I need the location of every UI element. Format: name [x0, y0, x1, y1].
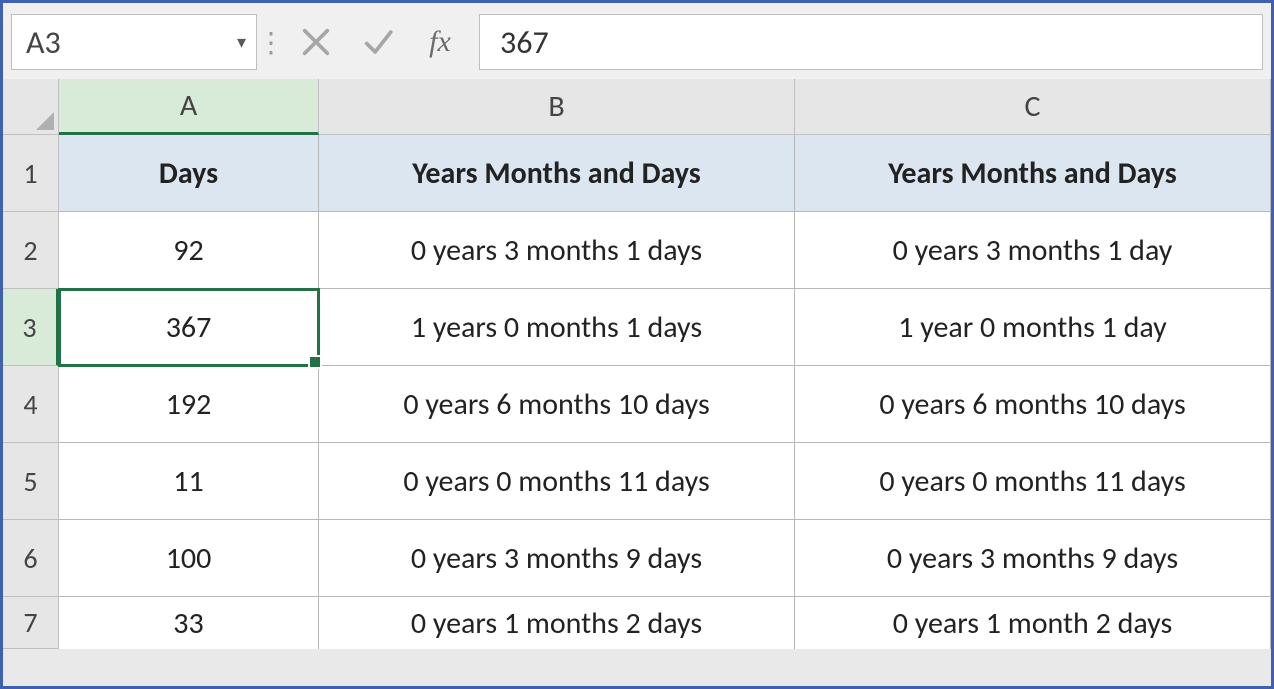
cell-c5[interactable]: 0 years 0 months 11 days	[795, 443, 1271, 520]
cell-a3[interactable]: 367	[59, 289, 319, 366]
row-header-7[interactable]: 7	[3, 597, 59, 649]
cell-b6[interactable]: 0 years 3 months 9 days	[319, 520, 795, 597]
cell-c7[interactable]: 0 years 1 month 2 days	[795, 597, 1271, 649]
row-header-4[interactable]: 4	[3, 366, 59, 443]
formula-input[interactable]: 367	[479, 14, 1263, 70]
name-box-dropdown-icon[interactable]: ▾	[237, 31, 246, 53]
table-row: 4 192 0 years 6 months 10 days 0 years 6…	[3, 366, 1271, 443]
table-row: 6 100 0 years 3 months 9 days 0 years 3 …	[3, 520, 1271, 597]
cell-c1[interactable]: Years Months and Days	[795, 135, 1271, 212]
row-header-1[interactable]: 1	[3, 135, 59, 212]
row-header-6[interactable]: 6	[3, 520, 59, 597]
formula-bar-separator: ⋮	[257, 14, 285, 70]
cell-c6[interactable]: 0 years 3 months 9 days	[795, 520, 1271, 597]
row-header-5[interactable]: 5	[3, 443, 59, 520]
formula-bar: A3 ▾ ⋮ fx 367	[3, 3, 1271, 79]
cell-c3[interactable]: 1 year 0 months 1 day	[795, 289, 1271, 366]
cell-a7[interactable]: 33	[59, 597, 319, 649]
cell-b4[interactable]: 0 years 6 months 10 days	[319, 366, 795, 443]
table-row: 2 92 0 years 3 months 1 days 0 years 3 m…	[3, 212, 1271, 289]
cell-a5[interactable]: 11	[59, 443, 319, 520]
column-header-a[interactable]: A	[59, 79, 319, 135]
cell-a2[interactable]: 92	[59, 212, 319, 289]
accept-button[interactable]	[347, 14, 409, 70]
name-box[interactable]: A3 ▾	[11, 14, 257, 70]
column-header-row: A B C	[3, 79, 1271, 135]
cell-a4[interactable]: 192	[59, 366, 319, 443]
formula-value: 367	[500, 23, 549, 62]
cell-c4[interactable]: 0 years 6 months 10 days	[795, 366, 1271, 443]
cell-a1[interactable]: Days	[59, 135, 319, 212]
table-row: 3 367 1 years 0 months 1 days 1 year 0 m…	[3, 289, 1271, 366]
table-row: 1 Days Years Months and Days Years Month…	[3, 135, 1271, 212]
cell-b5[interactable]: 0 years 0 months 11 days	[319, 443, 795, 520]
fx-label: fx	[429, 25, 451, 59]
cell-a6[interactable]: 100	[59, 520, 319, 597]
cell-b3[interactable]: 1 years 0 months 1 days	[319, 289, 795, 366]
check-icon	[361, 25, 395, 59]
column-header-b[interactable]: B	[319, 79, 795, 135]
x-icon	[299, 25, 333, 59]
cell-b7[interactable]: 0 years 1 months 2 days	[319, 597, 795, 649]
column-header-c[interactable]: C	[795, 79, 1271, 135]
name-box-value: A3	[26, 23, 61, 62]
worksheet[interactable]: A B C 1 Days Years Months and Days Years…	[3, 79, 1271, 686]
insert-function-button[interactable]: fx	[409, 14, 471, 70]
excel-window: A3 ▾ ⋮ fx 367 A B C 1 Days Years Months	[0, 0, 1274, 689]
row-header-3[interactable]: 3	[3, 289, 59, 366]
cancel-button[interactable]	[285, 14, 347, 70]
cell-c2[interactable]: 0 years 3 months 1 day	[795, 212, 1271, 289]
cell-b2[interactable]: 0 years 3 months 1 days	[319, 212, 795, 289]
table-row: 7 33 0 years 1 months 2 days 0 years 1 m…	[3, 597, 1271, 649]
select-all-corner[interactable]	[3, 79, 59, 135]
cell-b1[interactable]: Years Months and Days	[319, 135, 795, 212]
row-header-2[interactable]: 2	[3, 212, 59, 289]
table-row: 5 11 0 years 0 months 11 days 0 years 0 …	[3, 443, 1271, 520]
